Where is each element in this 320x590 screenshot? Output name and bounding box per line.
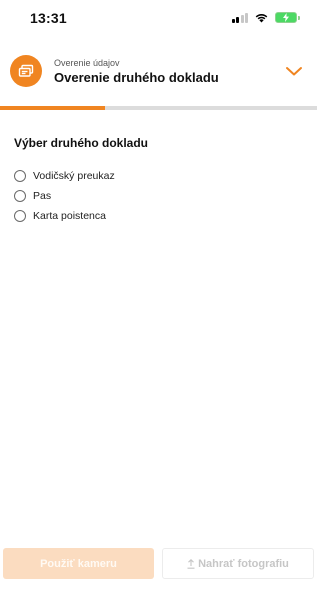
chevron-down-icon[interactable] bbox=[285, 64, 303, 78]
status-bar: 13:31 bbox=[0, 0, 317, 40]
option-label: Karta poistenca bbox=[33, 210, 106, 222]
bottom-actions: Použiť kameru Nahrať fotografiu bbox=[0, 548, 317, 580]
use-camera-button[interactable]: Použiť kameru bbox=[3, 548, 154, 579]
radio-button[interactable] bbox=[14, 190, 26, 202]
status-time: 13:31 bbox=[30, 10, 67, 26]
battery-charging-icon bbox=[275, 12, 300, 23]
option-label: Vodičský preukaz bbox=[33, 170, 115, 182]
option-insurance-card[interactable]: Karta poistenca bbox=[14, 206, 115, 226]
radio-button[interactable] bbox=[14, 170, 26, 182]
documents-icon bbox=[10, 55, 42, 87]
upload-icon bbox=[187, 558, 195, 569]
header-subtitle: Overenie údajov bbox=[54, 58, 120, 68]
progress-bar bbox=[0, 106, 317, 110]
page-title: Overenie druhého dokladu bbox=[54, 70, 219, 85]
wifi-icon bbox=[255, 14, 268, 23]
step-header[interactable]: Overenie údajov Overenie druhého dokladu bbox=[0, 50, 317, 106]
option-passport[interactable]: Pas bbox=[14, 186, 115, 206]
radio-button[interactable] bbox=[14, 210, 26, 222]
use-camera-label: Použiť kameru bbox=[40, 557, 117, 570]
upload-photo-label: Nahrať fotografiu bbox=[198, 557, 289, 570]
upload-photo-button[interactable]: Nahrať fotografiu bbox=[162, 548, 314, 579]
document-options: Vodičský preukaz Pas Karta poistenca bbox=[14, 166, 115, 226]
option-drivers-license[interactable]: Vodičský preukaz bbox=[14, 166, 115, 186]
status-icons bbox=[231, 12, 300, 23]
cellular-signal-icon bbox=[231, 12, 248, 23]
option-label: Pas bbox=[33, 190, 52, 202]
section-title: Výber druhého dokladu bbox=[14, 136, 149, 150]
progress-fill bbox=[0, 106, 105, 110]
